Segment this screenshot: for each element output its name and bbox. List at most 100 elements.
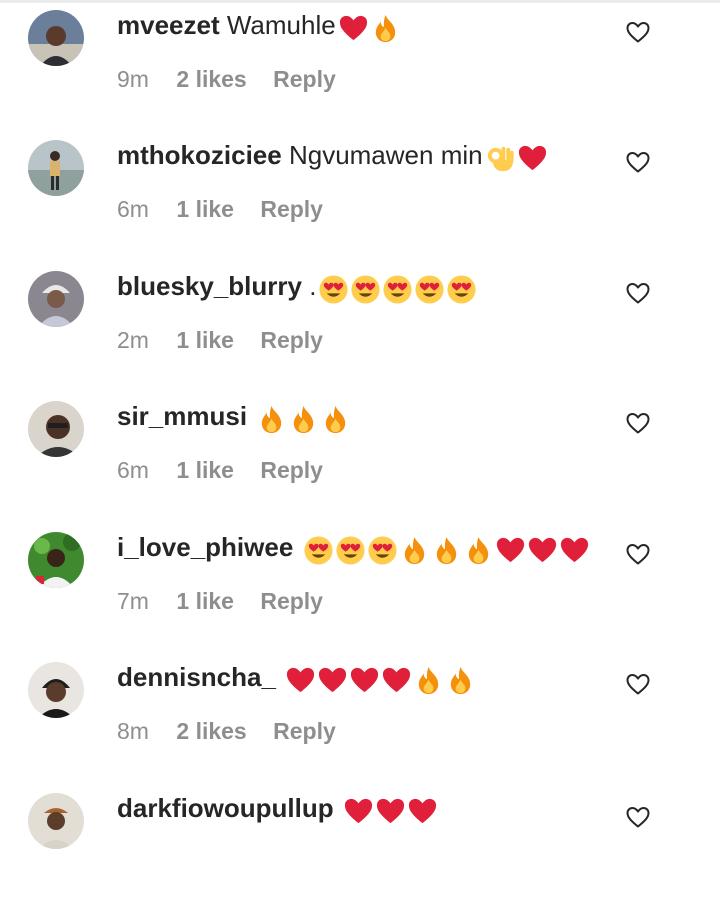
comment-meta: 2m 1 like Reply — [117, 325, 323, 355]
heart-emoji — [407, 796, 438, 827]
reply-button[interactable]: Reply — [260, 588, 323, 614]
comment-text-line: mthokoziciee Ngvumawen min — [117, 138, 549, 177]
reply-button[interactable]: Reply — [273, 66, 336, 92]
fire-emoji — [370, 13, 401, 44]
comment-time: 8m — [117, 718, 149, 744]
heart-outline-icon[interactable] — [624, 540, 652, 568]
comment-meta: 9m 2 likes Reply — [117, 64, 336, 94]
comment-emojis — [256, 404, 352, 438]
heart-eyes-emoji — [382, 274, 413, 305]
fire-emoji — [463, 535, 494, 566]
heart-eyes-emoji — [303, 535, 334, 566]
heart-eyes-emoji — [318, 274, 349, 305]
comment-emojis — [303, 535, 591, 569]
comment-emojis — [485, 143, 549, 177]
comment-emojis — [343, 796, 439, 830]
comment-emojis — [285, 665, 477, 699]
heart-emoji — [495, 535, 526, 566]
fire-emoji — [399, 535, 430, 566]
fire-emoji — [445, 665, 476, 696]
heart-emoji — [349, 665, 380, 696]
heart-outline-icon[interactable] — [624, 670, 652, 698]
comment-likes[interactable]: 1 like — [176, 588, 234, 614]
avatar[interactable] — [28, 401, 84, 457]
heart-outline-icon[interactable] — [624, 279, 652, 307]
comment-likes[interactable]: 1 like — [176, 457, 234, 483]
heart-emoji — [559, 535, 590, 566]
fire-emoji — [413, 665, 444, 696]
comment-body: Ngvumawen min — [288, 140, 483, 170]
heart-eyes-emoji — [335, 535, 366, 566]
comment-username[interactable]: i_love_phiwee — [117, 532, 293, 562]
ok-hand-emoji — [485, 143, 516, 174]
comment-body: Wamuhle — [226, 10, 336, 40]
avatar[interactable] — [28, 662, 84, 718]
heart-emoji — [527, 535, 558, 566]
comment-item: sir_mmusi 6m 1 like Reply — [0, 395, 720, 525]
heart-emoji — [375, 796, 406, 827]
heart-emoji — [381, 665, 412, 696]
comment-username[interactable]: mthokoziciee — [117, 140, 282, 170]
comment-text-line: dennisncha_ — [117, 660, 477, 699]
fire-emoji — [320, 404, 351, 435]
heart-emoji — [343, 796, 374, 827]
comment-username[interactable]: dennisncha_ — [117, 662, 276, 692]
heart-emoji — [285, 665, 316, 696]
comment-text-line: sir_mmusi — [117, 399, 352, 438]
reply-button[interactable]: Reply — [260, 196, 323, 222]
avatar[interactable] — [28, 793, 84, 849]
comment-time: 7m — [117, 588, 149, 614]
comment-likes[interactable]: 2 likes — [176, 718, 246, 744]
fire-emoji — [256, 404, 287, 435]
comment-meta: 8m 2 likes Reply — [117, 716, 336, 746]
comment-time: 6m — [117, 196, 149, 222]
comment-item: dennisncha_ 8m 2 likes Reply — [0, 656, 720, 786]
comment-meta: 6m 1 like Reply — [117, 455, 323, 485]
avatar[interactable] — [28, 532, 84, 588]
comment-item: darkfiowoupullup — [0, 787, 720, 917]
comment-meta: 7m 1 like Reply — [117, 586, 323, 616]
heart-eyes-emoji — [446, 274, 477, 305]
avatar[interactable] — [28, 140, 84, 196]
heart-outline-icon[interactable] — [624, 148, 652, 176]
comment-time: 9m — [117, 66, 149, 92]
avatar[interactable] — [28, 10, 84, 66]
comment-likes[interactable]: 2 likes — [176, 66, 246, 92]
comment-text-line: darkfiowoupullup — [117, 791, 439, 830]
comment-time: 6m — [117, 457, 149, 483]
comment-body: . — [309, 271, 317, 301]
comment-item: mthokoziciee Ngvumawen min 6m 1 like Rep… — [0, 134, 720, 264]
reply-button[interactable]: Reply — [260, 457, 323, 483]
comment-username[interactable]: sir_mmusi — [117, 401, 247, 431]
heart-emoji — [517, 143, 548, 174]
comment-username[interactable]: darkfiowoupullup — [117, 793, 334, 823]
comment-emojis — [338, 13, 402, 47]
comment-emojis — [318, 274, 478, 308]
comment-likes[interactable]: 1 like — [176, 196, 234, 222]
fire-emoji — [288, 404, 319, 435]
heart-emoji — [338, 13, 369, 44]
comment-item: i_love_phiwee 7m 1 like Reply — [0, 526, 720, 656]
comment-username[interactable]: bluesky_blurry — [117, 271, 302, 301]
reply-button[interactable]: Reply — [260, 327, 323, 353]
comment-time: 2m — [117, 327, 149, 353]
heart-eyes-emoji — [367, 535, 398, 566]
comment-list: mveezet Wamuhle 9m 2 likes Reply mthokoz… — [0, 0, 720, 849]
avatar[interactable] — [28, 271, 84, 327]
comment-item: mveezet Wamuhle 9m 2 likes Reply — [0, 4, 720, 134]
comment-likes[interactable]: 1 like — [176, 327, 234, 353]
comment-text-line: i_love_phiwee — [117, 530, 591, 569]
heart-outline-icon[interactable] — [624, 803, 652, 831]
heart-emoji — [317, 665, 348, 696]
fire-emoji — [431, 535, 462, 566]
comment-item: bluesky_blurry . 2m 1 like Reply — [0, 265, 720, 395]
heart-eyes-emoji — [414, 274, 445, 305]
comment-username[interactable]: mveezet — [117, 10, 220, 40]
comment-meta: 6m 1 like Reply — [117, 194, 323, 224]
reply-button[interactable]: Reply — [273, 718, 336, 744]
heart-outline-icon[interactable] — [624, 409, 652, 437]
heart-outline-icon[interactable] — [624, 18, 652, 46]
comment-text-line: mveezet Wamuhle — [117, 8, 402, 47]
heart-eyes-emoji — [350, 274, 381, 305]
comment-text-line: bluesky_blurry . — [117, 269, 478, 308]
